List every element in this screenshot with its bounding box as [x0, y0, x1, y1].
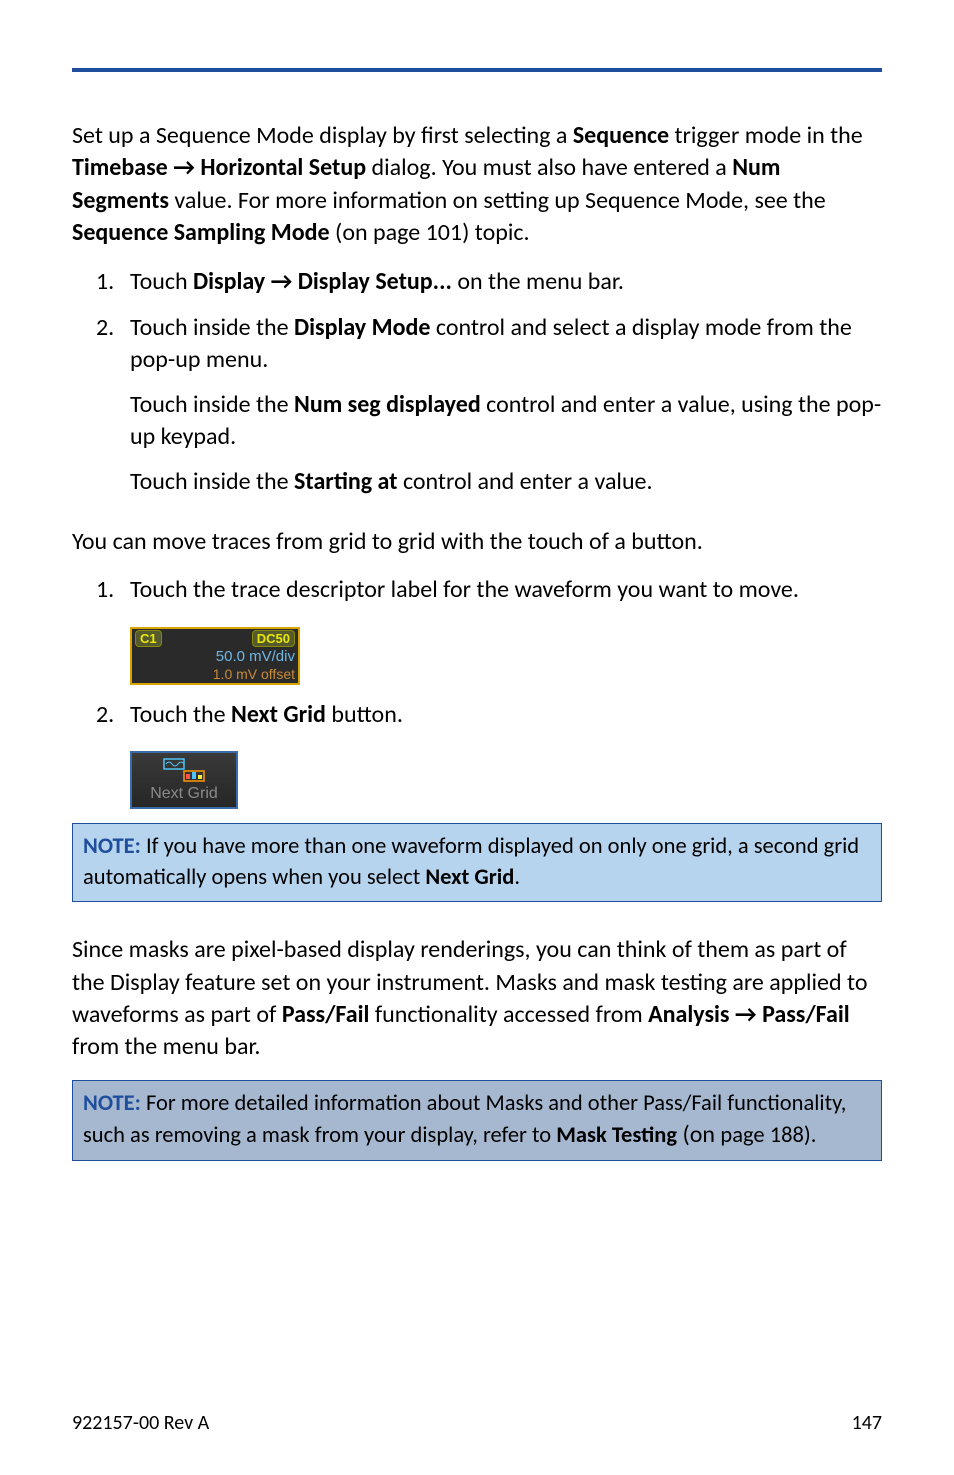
step-number: 2. — [72, 312, 130, 498]
text: page 188). — [720, 1122, 816, 1149]
seq-steps: 1. Touch Display → Display Setup... on t… — [72, 266, 882, 498]
text-bold: Sequence — [573, 121, 669, 150]
text: Set up a Sequence Mode display by first … — [72, 121, 573, 150]
text-bold: Num seg displayed — [294, 390, 481, 419]
text: from the menu bar. — [72, 1032, 260, 1061]
footer-left: 922157-00 Rev A — [72, 1411, 209, 1435]
text: Touch the trace descriptor label for the… — [130, 574, 882, 606]
text-bold: Timebase → Horizontal Setup — [72, 153, 366, 182]
text: value. For more information on setting u… — [169, 186, 826, 215]
trace-descriptor-label[interactable]: C1 DC50 50.0 mV/div 1.0 mV offset — [130, 627, 300, 685]
header-rule — [72, 68, 882, 72]
text-bold: Display Mode — [294, 313, 430, 342]
text: (on page 101) topic. — [330, 218, 530, 247]
text: functionality accessed from — [369, 1000, 648, 1029]
text: control and enter a value. — [398, 467, 653, 496]
text-bold: Sequence Sampling Mode — [72, 218, 330, 247]
text: trigger mode in the — [669, 121, 863, 150]
list-item: 1. Touch the trace descriptor label for … — [72, 574, 882, 606]
page-footer: 922157-00 Rev A 147 — [72, 1411, 882, 1435]
note-box: NOTE: If you have more than one waveform… — [72, 823, 882, 902]
seq-intro: Set up a Sequence Mode display by first … — [72, 120, 882, 250]
move-intro: You can move traces from grid to grid wi… — [72, 526, 882, 558]
step-number: 1. — [72, 574, 130, 606]
channel-badge: C1 — [135, 630, 162, 648]
note-lead: NOTE: — [83, 1090, 141, 1117]
next-grid-button[interactable]: Next Grid — [130, 751, 238, 809]
offset-value: 1.0 mV offset — [132, 666, 298, 683]
footer-page-number: 147 — [852, 1411, 882, 1435]
list-item: 1. Touch Display → Display Setup... on t… — [72, 266, 882, 298]
text-bold: Display → Display Setup... — [193, 267, 452, 296]
move-steps-2: 2. Touch the Next Grid button. — [72, 699, 882, 731]
text-bold: Mask Testing — [556, 1122, 677, 1149]
text: (on — [677, 1120, 720, 1149]
masks-intro: Since masks are pixel-based display rend… — [72, 934, 882, 1064]
step-number: 1. — [72, 266, 130, 298]
list-item: 2. Touch inside the Display Mode control… — [72, 312, 882, 498]
text-bold: Analysis → Pass/Fail — [648, 1000, 850, 1029]
text: Touch the — [130, 700, 231, 729]
note-box: NOTE: For more detailed information abou… — [72, 1080, 882, 1161]
list-item: 2. Touch the Next Grid button. — [72, 699, 882, 731]
text: Touch inside the — [130, 390, 294, 419]
next-grid-icon — [162, 757, 206, 783]
text: . — [514, 864, 520, 891]
coupling-badge: DC50 — [252, 630, 295, 648]
text-bold: Pass/Fail — [282, 1000, 370, 1029]
vdiv-value: 50.0 mV/div — [132, 648, 298, 666]
next-grid-label: Next Grid — [132, 785, 236, 803]
text-bold: Starting at — [294, 467, 398, 496]
note-lead: NOTE: — [83, 833, 141, 860]
text: Touch inside the — [130, 313, 294, 342]
text-bold: Next Grid — [231, 700, 326, 729]
text-bold: Next Grid — [425, 864, 514, 891]
text: Touch inside the — [130, 467, 294, 496]
step-number: 2. — [72, 699, 130, 731]
move-steps: 1. Touch the trace descriptor label for … — [72, 574, 882, 606]
text: on the menu bar. — [452, 267, 624, 296]
text: Touch — [130, 267, 193, 296]
text: button. — [326, 700, 403, 729]
text: dialog. You must also have entered a — [366, 153, 732, 182]
